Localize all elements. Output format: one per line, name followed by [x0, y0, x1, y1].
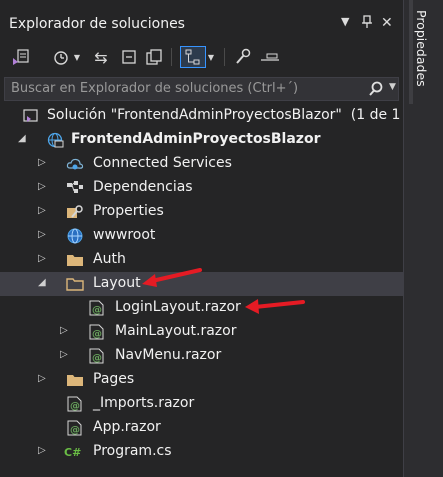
- item-label: LoginLayout.razor: [115, 299, 241, 315]
- search-options-dropdown-icon[interactable]: ▼: [389, 82, 396, 92]
- item-label: Layout: [93, 275, 141, 291]
- dependencies-icon: [66, 180, 84, 196]
- razor-file-icon: @: [66, 420, 84, 436]
- dropdown-icon[interactable]: ▼: [341, 15, 349, 28]
- tree-row-pages[interactable]: ▷ Pages: [0, 368, 404, 392]
- svg-text:@: @: [92, 305, 102, 316]
- item-label: App.razor: [93, 419, 161, 435]
- item-label: NavMenu.razor: [115, 347, 222, 363]
- tree-row-mainlayout[interactable]: ▷ @ MainLayout.razor: [0, 320, 404, 344]
- cloud-icon: [66, 156, 84, 172]
- item-label: Auth: [93, 251, 126, 267]
- solution-tree: Solución "FrontendAdminProyectosBlazor" …: [0, 104, 428, 477]
- item-label: MainLayout.razor: [115, 323, 237, 339]
- collapsed-arrow-icon[interactable]: ▷: [38, 373, 46, 384]
- collapsed-arrow-icon[interactable]: ▷: [60, 349, 68, 360]
- search-icon[interactable]: [367, 80, 385, 98]
- side-tab-accent: [409, 0, 413, 104]
- annotation-arrow-icon: [142, 268, 202, 287]
- toolbar-separator: [224, 48, 225, 66]
- collapsed-arrow-icon[interactable]: ▷: [38, 181, 46, 192]
- panel-titlebar: Explorador de soluciones ▼ ✕: [0, 14, 404, 36]
- sync-icon[interactable]: ⇆: [90, 46, 112, 68]
- toolbar-separator: [171, 48, 172, 66]
- history-icon[interactable]: [50, 46, 72, 68]
- tree-row-dependencies[interactable]: ▷ Dependencias: [0, 176, 404, 200]
- collapsed-arrow-icon[interactable]: ▷: [38, 253, 46, 264]
- panel-title: Explorador de soluciones: [9, 16, 185, 32]
- solution-icon: [22, 108, 40, 124]
- tree-row-app[interactable]: @ App.razor: [0, 416, 404, 440]
- item-label: Connected Services: [93, 155, 232, 171]
- item-label: Properties: [93, 203, 164, 219]
- collapsed-arrow-icon[interactable]: ▷: [38, 205, 46, 216]
- solution-switch-icon[interactable]: [10, 46, 32, 68]
- close-icon[interactable]: ✕: [381, 15, 393, 31]
- tree-row-project[interactable]: ◢ FrontendAdminProyectosBlazor: [0, 128, 404, 152]
- tree-row-navmenu[interactable]: ▷ @ NavMenu.razor: [0, 344, 404, 368]
- razor-file-icon: @: [88, 300, 106, 316]
- folder-icon: [66, 252, 84, 268]
- globe-icon: [66, 228, 84, 244]
- history-dropdown-icon[interactable]: ▼: [72, 46, 82, 68]
- view-dropdown-icon[interactable]: ▼: [206, 46, 216, 68]
- show-all-files-icon[interactable]: [143, 46, 165, 68]
- properties-side-tab[interactable]: Propiedades: [404, 0, 443, 477]
- toolbar: ▼ ⇆ ▼: [0, 41, 404, 71]
- tree-row-properties[interactable]: ▷ Properties: [0, 200, 404, 224]
- expand-arrow-icon[interactable]: ◢: [18, 133, 26, 144]
- solution-explorer-panel: Explorador de soluciones ▼ ✕ ▼ ⇆ ▼ Busca…: [0, 0, 428, 477]
- collapsed-arrow-icon[interactable]: ▷: [38, 229, 46, 240]
- view-toggle-icon[interactable]: [180, 46, 206, 68]
- tree-row-loginlayout[interactable]: @ LoginLayout.razor: [0, 296, 404, 320]
- item-label: wwwroot: [93, 227, 156, 243]
- tree-row-solution[interactable]: Solución "FrontendAdminProyectosBlazor" …: [0, 104, 428, 128]
- item-label: Dependencias: [93, 179, 193, 195]
- item-label: _Imports.razor: [93, 395, 195, 411]
- wrench-icon: [66, 204, 84, 220]
- tree-row-layout[interactable]: ◢ Layout: [0, 268, 404, 296]
- csharp-file-icon: C#: [64, 444, 82, 460]
- svg-text:@: @: [92, 329, 102, 340]
- solution-label: Solución "FrontendAdminProyectosBlazor" …: [47, 107, 428, 123]
- expand-arrow-icon[interactable]: ◢: [38, 277, 46, 288]
- pin-icon[interactable]: [361, 15, 373, 33]
- collapsed-arrow-icon[interactable]: ▷: [60, 325, 68, 336]
- annotation-arrow-icon: [245, 299, 305, 314]
- svg-text:C#: C#: [64, 446, 81, 459]
- item-label: Pages: [93, 371, 135, 387]
- preview-icon[interactable]: [258, 46, 282, 68]
- razor-file-icon: @: [88, 348, 106, 364]
- search-box[interactable]: ▼: [4, 77, 399, 101]
- svg-text:@: @: [92, 353, 102, 364]
- collapsed-arrow-icon[interactable]: ▷: [38, 445, 46, 456]
- folder-icon: [66, 276, 84, 292]
- tree-row-wwwroot[interactable]: ▷ wwwroot: [0, 224, 404, 248]
- folder-icon: [66, 372, 84, 388]
- item-label: Program.cs: [93, 443, 172, 459]
- project-label: FrontendAdminProyectosBlazor: [71, 131, 321, 147]
- collapsed-arrow-icon[interactable]: ▷: [38, 157, 46, 168]
- razor-file-icon: @: [66, 396, 84, 412]
- svg-text:@: @: [70, 425, 80, 436]
- web-project-icon: [46, 132, 64, 148]
- properties-wrench-icon[interactable]: [232, 46, 254, 68]
- collapse-all-icon[interactable]: [118, 46, 140, 68]
- razor-file-icon: @: [88, 324, 106, 340]
- tree-row-program[interactable]: ▷ C# Program.cs: [0, 440, 404, 464]
- properties-tab-label[interactable]: Propiedades: [414, 10, 429, 87]
- tree-row-imports[interactable]: @ _Imports.razor: [0, 392, 404, 416]
- search-input[interactable]: [11, 81, 351, 96]
- tree-row-connected-services[interactable]: ▷ Connected Services: [0, 152, 404, 176]
- svg-text:@: @: [70, 401, 80, 412]
